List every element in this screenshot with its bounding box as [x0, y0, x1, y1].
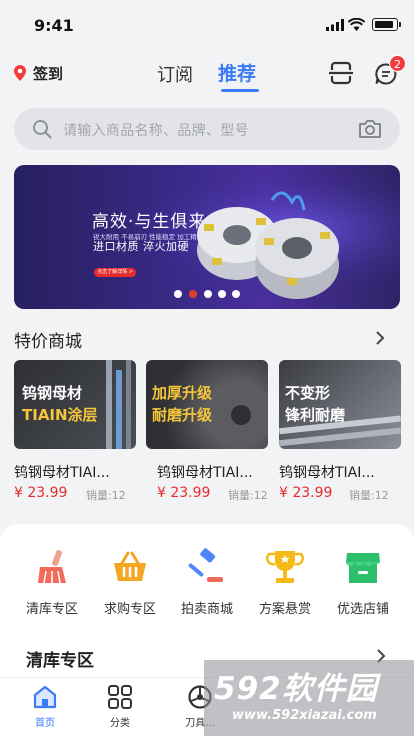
checkin-button[interactable]: 签到	[33, 63, 63, 84]
category-label[interactable]: 方案悬赏	[247, 598, 323, 617]
banner-subtitle: 进口材质 淬火加硬	[93, 240, 189, 253]
milling-cutter-image	[197, 191, 339, 299]
clearance-section-title: 清库专区	[26, 651, 94, 671]
product-price: ¥ 23.99	[157, 485, 211, 501]
tab-category-label[interactable]: 分类	[100, 714, 140, 729]
category-label[interactable]: 拍卖商城	[169, 598, 245, 617]
product-name[interactable]: 钨钢母材TIAI...	[279, 462, 375, 482]
category-label[interactable]: 清库专区	[14, 598, 90, 617]
product-price: ¥ 23.99	[279, 485, 333, 501]
banner-dot[interactable]	[204, 290, 212, 298]
location-pin-icon[interactable]	[14, 65, 26, 81]
battery-cap	[399, 22, 401, 27]
banner-dot[interactable]	[232, 290, 240, 298]
scan-icon[interactable]	[328, 61, 354, 85]
product-image-text: 不变形 锋利耐磨	[285, 384, 346, 424]
product-image-text: 加厚升级 耐磨升级	[152, 384, 213, 424]
store-icon[interactable]	[343, 547, 383, 587]
watermark-url: www.592xiazai.com	[232, 708, 377, 723]
wifi-icon	[348, 18, 365, 31]
grid-icon[interactable]	[107, 684, 133, 710]
product-sales: 销量:12	[349, 489, 389, 502]
tab-subscribe[interactable]: 订阅	[157, 61, 193, 87]
message-badge: 2	[389, 55, 406, 72]
search-icon	[33, 120, 52, 139]
trophy-icon[interactable]	[265, 547, 305, 587]
special-mall-title: 特价商城	[14, 332, 82, 352]
product-name[interactable]: 钨钢母材TIAI...	[157, 462, 253, 482]
tab-recommend[interactable]: 推荐	[218, 59, 256, 86]
banner-dot-active[interactable]	[189, 290, 197, 298]
banner-dot[interactable]	[174, 290, 182, 298]
product-sales: 销量:12	[86, 489, 126, 502]
active-tab-underline	[221, 89, 259, 92]
banner-title: 高效·与生俱来	[92, 212, 207, 232]
banner-detail-button[interactable]: 点击了解详情 >	[94, 268, 136, 277]
product-sales: 销量:12	[228, 489, 268, 502]
product-image-text: 钨钢母材 TIAIN涂层	[22, 384, 98, 424]
camera-icon[interactable]	[358, 119, 382, 139]
basket-icon[interactable]	[110, 547, 150, 587]
battery-icon	[372, 18, 398, 31]
product-name[interactable]: 钨钢母材TIAI...	[14, 462, 110, 482]
product-price: ¥ 23.99	[14, 485, 68, 501]
gavel-icon[interactable]	[187, 547, 227, 587]
category-label[interactable]: 优选店铺	[325, 598, 401, 617]
status-time: 9:41	[34, 16, 74, 35]
watermark-logo: 592软件园	[214, 671, 378, 707]
signal-icon	[326, 19, 344, 31]
search-input[interactable]: 请输入商品名称、品牌、型号	[63, 120, 249, 140]
chevron-right-icon[interactable]	[374, 330, 386, 346]
category-label[interactable]: 求购专区	[92, 598, 168, 617]
banner-dot[interactable]	[218, 290, 226, 298]
home-icon[interactable]	[32, 684, 58, 710]
broom-icon[interactable]	[32, 547, 72, 587]
tab-home-label[interactable]: 首页	[25, 714, 65, 729]
